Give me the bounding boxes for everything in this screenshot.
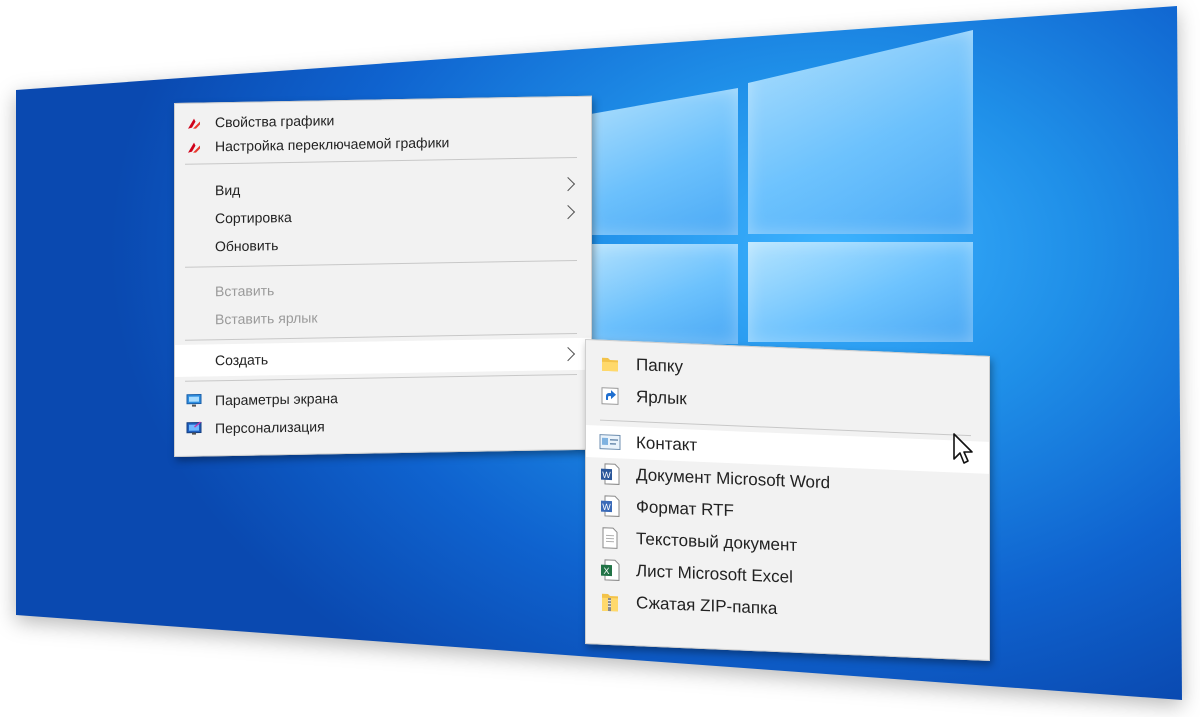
chevron-right-icon	[560, 177, 576, 192]
rtf-document-icon: W	[601, 495, 620, 517]
mouse-pointer-icon	[953, 433, 973, 464]
menu-item-create[interactable]: Создать	[175, 337, 591, 377]
menu-separator	[185, 259, 577, 268]
menu-item-personalize[interactable]: Персонализация	[175, 408, 591, 443]
menu-item-paste-shortcut[interactable]: Вставить ярлык	[175, 299, 591, 334]
windows-logo-pane-bottom-right	[748, 242, 973, 342]
svg-text:W: W	[602, 502, 611, 512]
windows-logo-pane-top-right	[748, 30, 973, 234]
svg-text:X: X	[603, 566, 609, 576]
personalize-icon	[186, 421, 202, 435]
amd-radeon-icon	[188, 142, 200, 153]
shortcut-icon	[601, 387, 619, 405]
create-submenu: Папку Ярлык Контакт W Документ Microsoft…	[585, 339, 990, 661]
menu-item-switchable-graphics[interactable]: Настройка переключаемой графики	[175, 126, 591, 161]
chevron-right-icon	[560, 205, 576, 220]
menu-item-refresh[interactable]: Обновить	[175, 226, 591, 261]
contact-card-icon	[599, 434, 621, 450]
zip-folder-icon	[602, 593, 618, 612]
desktop-context-menu: Свойства графики Настройка переключаемой…	[174, 95, 592, 457]
svg-text:W: W	[602, 470, 611, 480]
folder-icon	[602, 357, 618, 372]
amd-radeon-icon	[188, 118, 200, 129]
chevron-right-icon	[560, 347, 576, 362]
windows-logo-pane-top-left	[588, 88, 738, 235]
windows-logo-pane-bottom-left	[588, 244, 738, 344]
display-settings-icon	[186, 394, 202, 407]
word-document-icon: W	[601, 463, 620, 485]
excel-sheet-icon: X	[601, 559, 620, 581]
text-document-icon	[602, 527, 618, 549]
